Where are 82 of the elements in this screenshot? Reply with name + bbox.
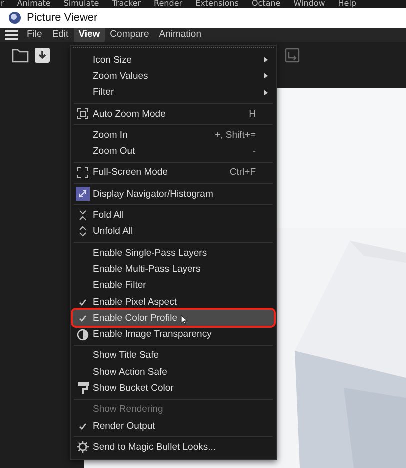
- menu-item[interactable]: Send to Magic Bullet Looks...: [73, 439, 274, 456]
- menu-item[interactable]: Render: [154, 0, 183, 8]
- menu-label: Enable Pixel Aspect: [93, 296, 177, 308]
- menu-item[interactable]: Unfold All: [73, 224, 274, 240]
- window-title: Picture Viewer: [27, 12, 98, 24]
- menu-tab[interactable]: Compare: [105, 28, 154, 42]
- menu-item[interactable]: Enable Pixel Aspect: [73, 294, 274, 310]
- menu-item[interactable]: Show Bucket Color: [73, 380, 274, 397]
- menu-label: Zoom Values: [93, 70, 148, 82]
- menu-item[interactable]: Octane: [252, 0, 281, 8]
- menu-item[interactable]: Enable Filter: [73, 278, 274, 294]
- menu-item[interactable]: Auto Zoom Mode H: [73, 106, 274, 122]
- app-icon: [8, 11, 22, 25]
- menu-item[interactable]: Display Navigator/Histogram: [73, 186, 274, 202]
- shortcut-label: Ctrl+F: [230, 167, 256, 178]
- menu-label: Show Action Safe: [93, 366, 168, 378]
- menu-label: Filter: [93, 87, 114, 98]
- menu-label: Enable Filter: [93, 280, 146, 292]
- menu-label: Enable Color Profile: [93, 312, 178, 324]
- menu-item[interactable]: Zoom Values: [73, 68, 274, 85]
- submenu-arrow-icon: [264, 57, 268, 64]
- menu-item[interactable]: Enable Image Transparency: [73, 326, 274, 343]
- menu-item[interactable]: Filter: [73, 84, 274, 101]
- menu-item[interactable]: Fold All: [73, 207, 274, 224]
- menu-item[interactable]: Help: [338, 0, 357, 8]
- menu-tab[interactable]: Animation: [154, 28, 206, 42]
- navigator-icon: [76, 187, 90, 202]
- menu-item[interactable]: Extensions: [196, 0, 239, 8]
- menu-label: Fold All: [93, 210, 124, 222]
- folder-icon[interactable]: [12, 48, 29, 62]
- gear-icon: [77, 441, 89, 454]
- unfold-icon: [79, 226, 87, 238]
- cursor-icon: [181, 315, 188, 326]
- menu-label: Enable Multi-Pass Layers: [93, 264, 201, 275]
- menu-tab[interactable]: File: [22, 28, 48, 42]
- menu-item[interactable]: Full-Screen Mode Ctrl+F: [73, 164, 274, 182]
- menu-item[interactable]: Enable Color Profile: [73, 310, 274, 326]
- menu-item[interactable]: Enable Single-Pass Layers: [73, 244, 274, 262]
- submenu-arrow-icon: [264, 90, 268, 96]
- menu-label: Show Title Safe: [93, 350, 160, 362]
- menu-item[interactable]: Simulate: [64, 0, 100, 8]
- menu-tab[interactable]: Edit: [47, 28, 74, 42]
- download-icon[interactable]: [35, 48, 50, 62]
- menu-label: Render Output: [93, 420, 156, 432]
- paint-roller-icon: [78, 382, 88, 394]
- menu-item[interactable]: Show Action Safe: [73, 364, 274, 380]
- menu-item[interactable]: r: [1, 0, 4, 8]
- menu-item[interactable]: Icon Size: [73, 52, 274, 68]
- menu-label: Display Navigator/Histogram: [93, 188, 214, 200]
- menu-item[interactable]: Render Output: [73, 418, 274, 434]
- export-icon[interactable]: [285, 48, 300, 62]
- menu-label: Enable Image Transparency: [93, 329, 212, 340]
- check-icon: [79, 298, 87, 306]
- menu-item[interactable]: Window: [294, 0, 326, 8]
- menu-label: Auto Zoom Mode: [93, 108, 166, 120]
- check-icon: [79, 422, 87, 430]
- menu-label: Unfold All: [93, 226, 134, 238]
- submenu-arrow-icon: [264, 73, 268, 80]
- shortcut-label: -: [252, 146, 256, 158]
- menu-label: Enable Single-Pass Layers: [93, 248, 208, 259]
- menu-label: Zoom In: [93, 130, 128, 141]
- menu-item[interactable]: Zoom In +, Shift+=: [73, 127, 274, 144]
- menu-label: Show Rendering: [93, 404, 164, 416]
- menu-tab[interactable]: View: [74, 28, 106, 42]
- half-circle-icon: [77, 328, 89, 341]
- check-icon: [79, 314, 87, 322]
- shortcut-label: +, Shift+=: [215, 130, 256, 141]
- shortcut-label: H: [249, 108, 256, 120]
- frame-icon: [77, 108, 89, 120]
- menu-label: Icon Size: [93, 54, 132, 66]
- fold-icon: [79, 210, 87, 222]
- menu-icon[interactable]: [5, 30, 18, 40]
- menu-item[interactable]: Enable Multi-Pass Layers: [73, 261, 274, 278]
- menu-item[interactable]: Zoom Out -: [73, 143, 274, 160]
- menu-item[interactable]: Tracker: [112, 0, 142, 8]
- menu-label: Show Bucket Color: [93, 382, 174, 394]
- menu-item[interactable]: Animate: [17, 0, 51, 8]
- menu-label: Send to Magic Bullet Looks...: [93, 442, 216, 453]
- menu-label: Zoom Out: [93, 146, 136, 158]
- menu-item[interactable]: Show Title Safe: [73, 348, 274, 364]
- fullscreen-icon: [77, 166, 89, 179]
- menu-label: Full-Screen Mode: [93, 167, 168, 178]
